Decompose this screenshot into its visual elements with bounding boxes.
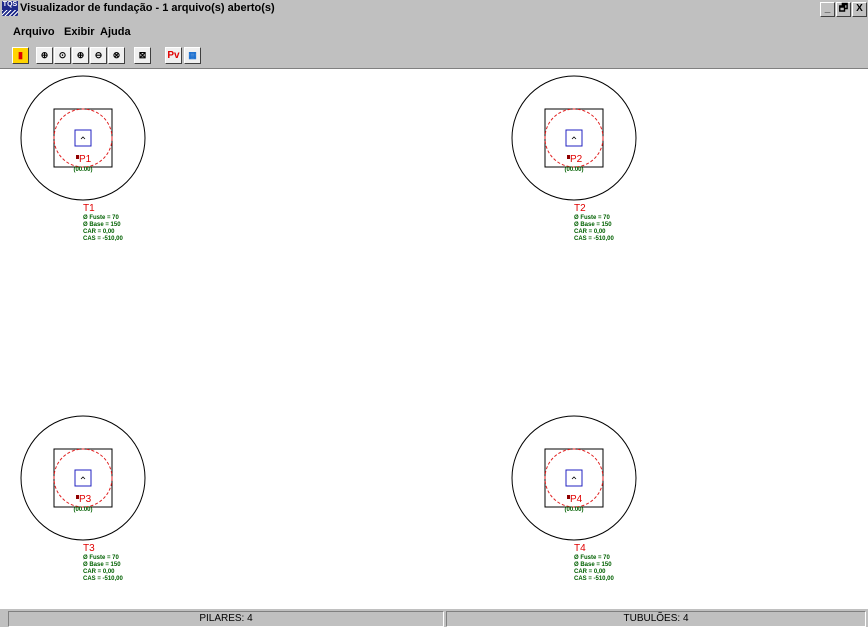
label-cas-1: CAS = -510,00 <box>83 236 124 242</box>
label-pilar-2: P2 <box>570 154 583 165</box>
pv-icon: Pv <box>167 50 180 61</box>
exit-icon: ▮ <box>18 50 23 60</box>
label-base-3: Ø Base = 150 <box>83 562 121 568</box>
menu-ajuda[interactable]: Ajuda <box>100 26 131 38</box>
close-button[interactable]: X <box>852 2 867 17</box>
zoom-pan-icon: ⊙ <box>58 50 67 60</box>
colors-button[interactable]: ▦ <box>184 47 201 64</box>
base-circle <box>511 75 637 201</box>
zoom-all-icon: ⊕ <box>76 50 85 60</box>
label-cas-4: CAS = -510,00 <box>574 576 615 582</box>
app-icon: TQS <box>2 1 18 16</box>
label-pilar-4: P4 <box>570 494 583 505</box>
label-tub-2: T2 <box>574 203 586 214</box>
pillar-square <box>565 469 583 487</box>
foundation-drawing: P1(00.00)T1Ø Fuste = 70Ø Base = 150CAR =… <box>20 75 637 582</box>
pillar-marker <box>80 476 86 480</box>
label-pilar-3: P3 <box>79 494 92 505</box>
restore-button[interactable]: 🗗 <box>836 2 851 17</box>
label-base-1: Ø Base = 150 <box>83 222 121 228</box>
label-car-3: CAR = 0,00 <box>83 569 115 575</box>
label-fuste-3: Ø Fuste = 70 <box>83 555 120 561</box>
zoom-all-button[interactable]: ⊕ <box>72 47 89 64</box>
toolbar <box>0 42 868 66</box>
title-bar: TQS Visualizador de fundação - 1 arquivo… <box>0 0 868 18</box>
label-base-4: Ø Base = 150 <box>574 562 612 568</box>
pv-button[interactable]: Pv <box>165 47 182 64</box>
label-base-2: Ø Base = 150 <box>574 222 612 228</box>
zoom-pan-button[interactable]: ⊙ <box>54 47 71 64</box>
label-tub-3: T3 <box>83 543 95 554</box>
foundation-element-t1[interactable]: P1 (00.00) T1Ø Fuste = 70Ø Base = 150CAR =… <box>20 75 146 242</box>
colors-icon: ▦ <box>188 50 197 60</box>
pillar-square <box>74 469 92 487</box>
zoom-window-icon: ⊕ <box>40 50 49 60</box>
zoom-out-icon: ⊖ <box>94 50 103 60</box>
label-fuste-1: Ø Fuste = 70 <box>83 215 120 221</box>
drawing-canvas[interactable]: P1 (00.00) T1 Ø Fuste = 70 Ø Base = 150 CAR =… <box>0 68 868 609</box>
status-bar: PILARES: 4 TUBULÕES: 4 <box>0 610 868 627</box>
label-tag-4: (00.00) <box>564 507 583 513</box>
label-car-1: CAR = 0,00 <box>83 229 115 235</box>
foundation-element-t3[interactable]: P3 (00.00) T3Ø Fuste = 70Ø Base = 150CAR =… <box>20 415 146 582</box>
pilares-count: PILARES: 4 <box>8 611 444 627</box>
base-circle <box>20 415 146 541</box>
label-fuste-2: Ø Fuste = 70 <box>574 215 611 221</box>
label-tub-4: T4 <box>574 543 586 554</box>
zoom-window-button[interactable]: ⊕ <box>36 47 53 64</box>
zoom-previous-icon: ⊗ <box>112 50 121 60</box>
tubuloes-count: TUBULÕES: 4 <box>446 611 866 627</box>
exit-button[interactable]: ▮ <box>12 47 29 64</box>
pillar-square <box>565 129 583 147</box>
pillar-marker <box>80 136 86 140</box>
label-car-2: CAR = 0,00 <box>574 229 606 235</box>
minimize-button[interactable]: _ <box>820 2 835 17</box>
label-tag-1: (00.00) <box>73 167 92 173</box>
pillar-square <box>74 129 92 147</box>
label-pilar-1: P1 <box>79 154 92 165</box>
label-tub-1: T1 <box>83 203 95 214</box>
label-car-4: CAR = 0,00 <box>574 569 606 575</box>
base-circle <box>511 415 637 541</box>
foundation-element-t4[interactable]: P4 (00.00) T4Ø Fuste = 70Ø Base = 150CAR =… <box>511 415 637 582</box>
menu-exibir[interactable]: Exibir <box>64 26 95 38</box>
pillar-marker <box>571 476 577 480</box>
pillar-marker <box>571 136 577 140</box>
zoom-out-button[interactable]: ⊖ <box>90 47 107 64</box>
label-cas-3: CAS = -510,00 <box>83 576 124 582</box>
menu-arquivo[interactable]: Arquivo <box>13 26 55 38</box>
foundation-element-t2[interactable]: P2 (00.00) T2Ø Fuste = 70Ø Base = 150CAR =… <box>511 75 637 242</box>
label-tag-3: (00.00) <box>73 507 92 513</box>
window-title: Visualizador de fundação - 1 arquivo(s) … <box>20 2 275 14</box>
zoom-previous-button[interactable]: ⊗ <box>108 47 125 64</box>
toggle-button[interactable]: ⊠ <box>134 47 151 64</box>
label-cas-2: CAS = -510,00 <box>574 236 615 242</box>
label-fuste-4: Ø Fuste = 70 <box>574 555 611 561</box>
menu-bar: Arquivo Exibir Ajuda <box>0 24 868 40</box>
label-tag-2: (00.00) <box>564 167 583 173</box>
base-circle <box>20 75 146 201</box>
app-icon-text: TQS <box>2 1 18 8</box>
toggle-icon: ⊠ <box>138 50 147 60</box>
